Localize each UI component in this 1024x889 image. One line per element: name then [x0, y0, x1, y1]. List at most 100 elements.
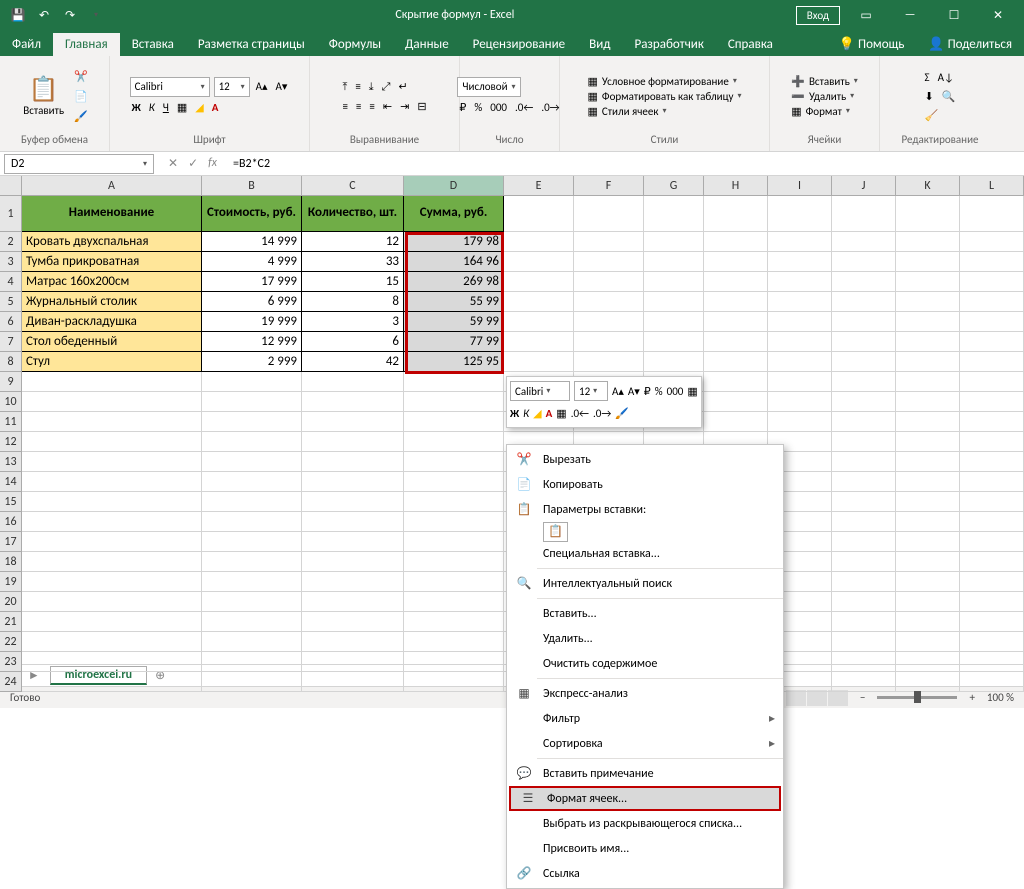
- cell[interactable]: [704, 196, 768, 232]
- cell[interactable]: [960, 452, 1024, 472]
- cell[interactable]: [504, 352, 574, 372]
- cell[interactable]: [504, 292, 574, 312]
- cm-sort[interactable]: Сортировка▸: [507, 731, 783, 756]
- cell-d2[interactable]: 179 98: [404, 232, 504, 252]
- cell[interactable]: [896, 592, 960, 612]
- cell[interactable]: [896, 572, 960, 592]
- name-box[interactable]: D2▾: [4, 154, 154, 174]
- cm-copy[interactable]: 📄Копировать: [507, 472, 783, 497]
- row-header-7[interactable]: 7: [0, 332, 22, 352]
- bold-icon[interactable]: Ж: [130, 99, 143, 116]
- cell[interactable]: [896, 412, 960, 432]
- col-header-E[interactable]: E: [504, 176, 574, 196]
- fill-color-icon[interactable]: ◢: [193, 99, 205, 116]
- cell[interactable]: [896, 492, 960, 512]
- cell[interactable]: [302, 412, 404, 432]
- header-cell-a[interactable]: Наименование: [22, 196, 202, 232]
- currency-icon[interactable]: ₽: [457, 99, 468, 116]
- cell[interactable]: [22, 492, 202, 512]
- cell[interactable]: [704, 232, 768, 252]
- row-header-11[interactable]: 11: [0, 412, 22, 432]
- cell[interactable]: [896, 512, 960, 532]
- cell[interactable]: [404, 672, 504, 692]
- cell[interactable]: [832, 232, 896, 252]
- cell-b7[interactable]: 12 999: [202, 332, 302, 352]
- underline-icon[interactable]: Ч: [161, 99, 171, 116]
- mt-percent-icon[interactable]: %: [655, 385, 663, 398]
- cell[interactable]: [896, 352, 960, 372]
- mt-dec-font-icon[interactable]: A▾: [628, 385, 640, 398]
- cell[interactable]: [644, 312, 704, 332]
- cell[interactable]: [960, 532, 1024, 552]
- cell[interactable]: [704, 412, 768, 432]
- cell[interactable]: [960, 512, 1024, 532]
- cell[interactable]: [960, 572, 1024, 592]
- cell[interactable]: [768, 332, 832, 352]
- cell[interactable]: [960, 232, 1024, 252]
- cell[interactable]: [896, 612, 960, 632]
- cell[interactable]: [832, 592, 896, 612]
- cell[interactable]: [302, 372, 404, 392]
- row-header-13[interactable]: 13: [0, 452, 22, 472]
- cell-a4[interactable]: Матрас 160х200см: [22, 272, 202, 292]
- cell[interactable]: [704, 392, 768, 412]
- row-header-5[interactable]: 5: [0, 292, 22, 312]
- cell[interactable]: [404, 452, 504, 472]
- cell-a7[interactable]: Стол обеденный: [22, 332, 202, 352]
- cell[interactable]: [832, 452, 896, 472]
- comma-icon[interactable]: 000: [488, 99, 509, 116]
- cell-b6[interactable]: 19 999: [202, 312, 302, 332]
- row-header-4[interactable]: 4: [0, 272, 22, 292]
- cell[interactable]: [896, 652, 960, 672]
- row-header-23[interactable]: 23: [0, 652, 22, 672]
- cell-a6[interactable]: Диван-раскладушка: [22, 312, 202, 332]
- cell[interactable]: [960, 412, 1024, 432]
- mt-inc-decimal-icon[interactable]: .0←: [571, 407, 589, 420]
- cell[interactable]: [960, 432, 1024, 452]
- mt-borders-icon[interactable]: ▦: [687, 385, 697, 398]
- cell[interactable]: [644, 352, 704, 372]
- cell[interactable]: [202, 392, 302, 412]
- cm-link[interactable]: 🔗Ссылка: [507, 861, 783, 886]
- cell[interactable]: [404, 512, 504, 532]
- cell[interactable]: [832, 492, 896, 512]
- cell[interactable]: [302, 452, 404, 472]
- cell[interactable]: [202, 592, 302, 612]
- cell[interactable]: [404, 492, 504, 512]
- cell[interactable]: [574, 252, 644, 272]
- cell[interactable]: [960, 672, 1024, 692]
- cell[interactable]: [704, 372, 768, 392]
- cell[interactable]: [896, 452, 960, 472]
- mt-size-combo[interactable]: 12▾: [574, 381, 608, 401]
- cm-define-name[interactable]: Присвоить имя...: [507, 836, 783, 861]
- cell[interactable]: [832, 612, 896, 632]
- cell[interactable]: [832, 572, 896, 592]
- cell-c3[interactable]: 33: [302, 252, 404, 272]
- cell[interactable]: [202, 432, 302, 452]
- cell[interactable]: [404, 412, 504, 432]
- cell[interactable]: [832, 252, 896, 272]
- cell[interactable]: [832, 332, 896, 352]
- cell[interactable]: [202, 612, 302, 632]
- mt-dec-decimal-icon[interactable]: .0→: [593, 407, 611, 420]
- cell[interactable]: [960, 292, 1024, 312]
- cell[interactable]: [960, 552, 1024, 572]
- cell[interactable]: [22, 432, 202, 452]
- cell[interactable]: [404, 652, 504, 672]
- cell[interactable]: [202, 572, 302, 592]
- cm-filter[interactable]: Фильтр▸: [507, 706, 783, 731]
- cell[interactable]: [574, 332, 644, 352]
- close-icon[interactable]: ✕: [980, 1, 1016, 29]
- find-icon[interactable]: 🔍: [940, 88, 958, 105]
- cell[interactable]: [896, 672, 960, 692]
- cell-b4[interactable]: 17 999: [202, 272, 302, 292]
- row-header-10[interactable]: 10: [0, 392, 22, 412]
- cell-d6[interactable]: 59 99: [404, 312, 504, 332]
- cell[interactable]: [768, 392, 832, 412]
- sort-filter-icon[interactable]: A↓: [936, 69, 956, 86]
- cell[interactable]: [960, 612, 1024, 632]
- fx-icon[interactable]: fx: [208, 156, 217, 171]
- zoom-in-icon[interactable]: +: [969, 691, 974, 704]
- autosum-icon[interactable]: Σ: [923, 69, 932, 86]
- cell[interactable]: [832, 352, 896, 372]
